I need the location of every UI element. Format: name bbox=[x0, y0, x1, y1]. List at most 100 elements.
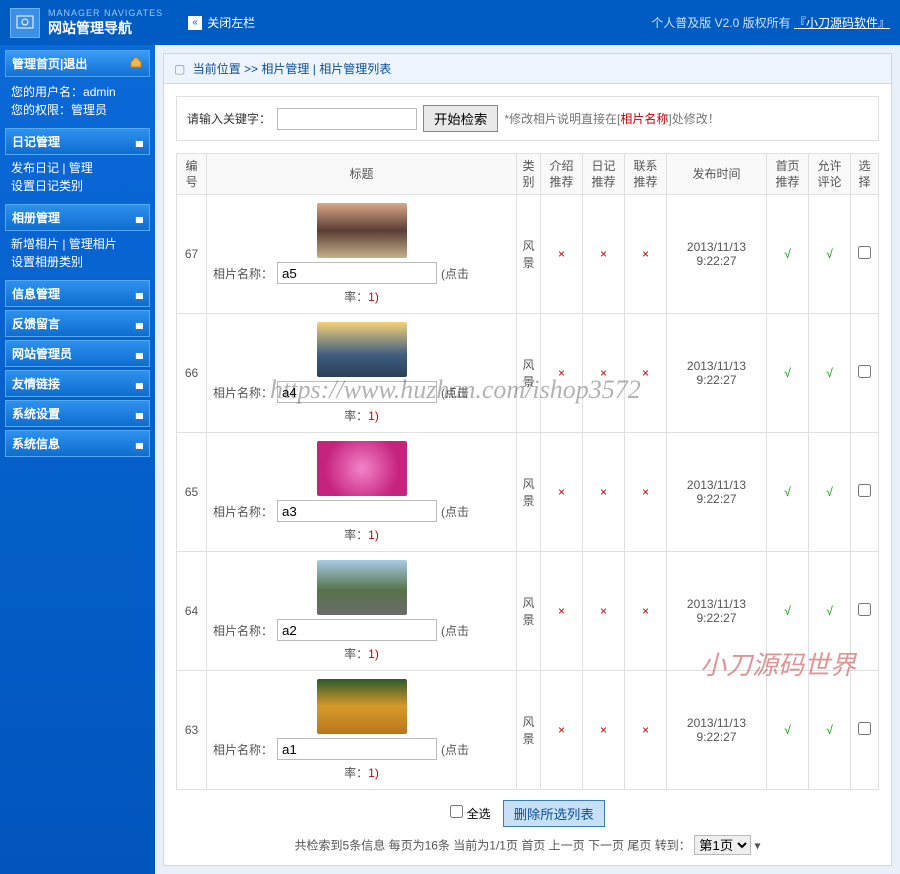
cell-title: 相片名称：(点击率：1) bbox=[207, 552, 517, 671]
photo-name-input[interactable] bbox=[277, 619, 437, 641]
cell-contact-rec[interactable]: × bbox=[625, 671, 667, 790]
cell-select bbox=[851, 671, 879, 790]
photo-thumbnail[interactable] bbox=[317, 441, 407, 496]
close-left-panel[interactable]: « 关闭左栏 bbox=[188, 14, 255, 31]
cell-home-rec[interactable]: √ bbox=[767, 433, 809, 552]
cell-title: 相片名称：(点击率：1) bbox=[207, 671, 517, 790]
search-label: 请输入关键字： bbox=[187, 110, 271, 127]
cell-allow-cmt[interactable]: √ bbox=[809, 552, 851, 671]
content-area: ▢ 当前位置 >> 相片管理 | 相片管理列表 请输入关键字： 开始检索 *修改… bbox=[155, 45, 900, 874]
pager-goto-select[interactable]: 第1页 bbox=[694, 835, 751, 855]
rate-row: 率：1) bbox=[213, 407, 510, 424]
cell-id: 66 bbox=[177, 314, 207, 433]
home-link[interactable]: 管理首页 bbox=[12, 55, 60, 72]
cell-home-rec[interactable]: √ bbox=[767, 552, 809, 671]
cell-contact-rec[interactable]: × bbox=[625, 552, 667, 671]
cell-allow-cmt[interactable]: √ bbox=[809, 314, 851, 433]
cell-diary-rec[interactable]: × bbox=[583, 314, 625, 433]
pager-last[interactable]: 尾页 bbox=[627, 839, 651, 853]
photo-thumbnail[interactable] bbox=[317, 322, 407, 377]
cell-category: 风景 bbox=[517, 552, 541, 671]
cell-allow-cmt[interactable]: √ bbox=[809, 671, 851, 790]
sidebar-cat-5[interactable]: 友情链接▄ bbox=[5, 370, 150, 397]
sidebar-sub-item[interactable]: 设置相册类别 bbox=[11, 253, 144, 271]
user-info: 您的用户名：admin 您的权限：管理员 bbox=[5, 80, 150, 125]
sidebar-sub-item[interactable]: 新增相片 | 管理相片 bbox=[11, 235, 144, 253]
photo-name-label: 相片名称： bbox=[213, 384, 273, 401]
cell-intro-rec[interactable]: × bbox=[541, 195, 583, 314]
user-role: 管理员 bbox=[71, 103, 107, 117]
photo-name-label: 相片名称： bbox=[213, 503, 273, 520]
delete-selected-button[interactable]: 删除所选列表 bbox=[503, 800, 605, 827]
cell-diary-rec[interactable]: × bbox=[583, 195, 625, 314]
sidebar-sub-1: 新增相片 | 管理相片设置相册类别 bbox=[5, 231, 150, 277]
row-select-checkbox[interactable] bbox=[858, 484, 871, 497]
close-left-label: 关闭左栏 bbox=[207, 14, 255, 31]
photo-thumbnail[interactable] bbox=[317, 679, 407, 734]
cell-diary-rec[interactable]: × bbox=[583, 671, 625, 790]
arrow-icon: ▄ bbox=[136, 378, 143, 389]
rate-row: 率：1) bbox=[213, 288, 510, 305]
arrow-icon: ▄ bbox=[136, 438, 143, 449]
cell-intro-rec[interactable]: × bbox=[541, 552, 583, 671]
pager-next[interactable]: 下一页 bbox=[588, 839, 624, 853]
square-icon: ▢ bbox=[174, 62, 185, 76]
click-label: (点击 bbox=[441, 622, 469, 639]
pager-prev[interactable]: 上一页 bbox=[549, 839, 585, 853]
brand-link[interactable]: 『小刀源码软件』 bbox=[794, 16, 890, 30]
sidebar-cat-7[interactable]: 系统信息▄ bbox=[5, 430, 150, 457]
cell-select bbox=[851, 433, 879, 552]
logo-subtitle: MANAGER NAVIGATES bbox=[48, 8, 163, 18]
pager-total: 5 bbox=[343, 839, 350, 853]
rate-row: 率：1) bbox=[213, 764, 510, 781]
cell-home-rec[interactable]: √ bbox=[767, 314, 809, 433]
photo-thumbnail[interactable] bbox=[317, 203, 407, 258]
cell-diary-rec[interactable]: × bbox=[583, 552, 625, 671]
sidebar-cat-0[interactable]: 日记管理▄ bbox=[5, 128, 150, 155]
sidebar: 管理首页 | 退出 您的用户名：admin 您的权限：管理员 日记管理▄发布日记… bbox=[0, 45, 155, 874]
cell-intro-rec[interactable]: × bbox=[541, 314, 583, 433]
search-button[interactable]: 开始检索 bbox=[423, 105, 498, 132]
sidebar-cat-6[interactable]: 系统设置▄ bbox=[5, 400, 150, 427]
select-all-checkbox[interactable] bbox=[450, 805, 463, 818]
col-contact-rec: 联系推荐 bbox=[625, 154, 667, 195]
row-select-checkbox[interactable] bbox=[858, 722, 871, 735]
photo-name-input[interactable] bbox=[277, 262, 437, 284]
photo-thumbnail[interactable] bbox=[317, 560, 407, 615]
cell-home-rec[interactable]: √ bbox=[767, 671, 809, 790]
row-select-checkbox[interactable] bbox=[858, 603, 871, 616]
sidebar-cat-2[interactable]: 信息管理▄ bbox=[5, 280, 150, 307]
table-header-row: 编号 标题 类别 介绍推荐 日记推荐 联系推荐 发布时间 首页推荐 允许评论 选… bbox=[177, 154, 879, 195]
photo-name-label: 相片名称： bbox=[213, 622, 273, 639]
cell-contact-rec[interactable]: × bbox=[625, 195, 667, 314]
cell-allow-cmt[interactable]: √ bbox=[809, 195, 851, 314]
sidebar-cat-3[interactable]: 反馈留言▄ bbox=[5, 310, 150, 337]
sidebar-sub-item[interactable]: 发布日记 | 管理 bbox=[11, 159, 144, 177]
cell-category: 风景 bbox=[517, 195, 541, 314]
cell-allow-cmt[interactable]: √ bbox=[809, 433, 851, 552]
pager-per: 16 bbox=[425, 839, 438, 853]
search-input[interactable] bbox=[277, 108, 417, 130]
photo-name-input[interactable] bbox=[277, 500, 437, 522]
cell-intro-rec[interactable]: × bbox=[541, 433, 583, 552]
sidebar-cat-1[interactable]: 相册管理▄ bbox=[5, 204, 150, 231]
logout-link[interactable]: 退出 bbox=[63, 55, 87, 72]
row-select-checkbox[interactable] bbox=[858, 246, 871, 259]
photo-name-input[interactable] bbox=[277, 738, 437, 760]
sidebar-sub-item[interactable]: 设置日记类别 bbox=[11, 177, 144, 195]
cell-diary-rec[interactable]: × bbox=[583, 433, 625, 552]
select-all[interactable]: 全选 bbox=[450, 805, 490, 822]
sidebar-cat-4[interactable]: 网站管理员▄ bbox=[5, 340, 150, 367]
photo-name-input[interactable] bbox=[277, 381, 437, 403]
username: admin bbox=[83, 85, 116, 99]
cell-contact-rec[interactable]: × bbox=[625, 314, 667, 433]
cell-intro-rec[interactable]: × bbox=[541, 671, 583, 790]
cell-home-rec[interactable]: √ bbox=[767, 195, 809, 314]
pager-first[interactable]: 首页 bbox=[521, 839, 545, 853]
breadcrumb-page: 相片管理列表 bbox=[319, 62, 391, 76]
cell-contact-rec[interactable]: × bbox=[625, 433, 667, 552]
table-row: 67相片名称：(点击率：1)风景×××2013/11/13 9:22:27√√ bbox=[177, 195, 879, 314]
col-diary-rec: 日记推荐 bbox=[583, 154, 625, 195]
row-select-checkbox[interactable] bbox=[858, 365, 871, 378]
logo-title: 网站管理导航 bbox=[48, 18, 163, 38]
